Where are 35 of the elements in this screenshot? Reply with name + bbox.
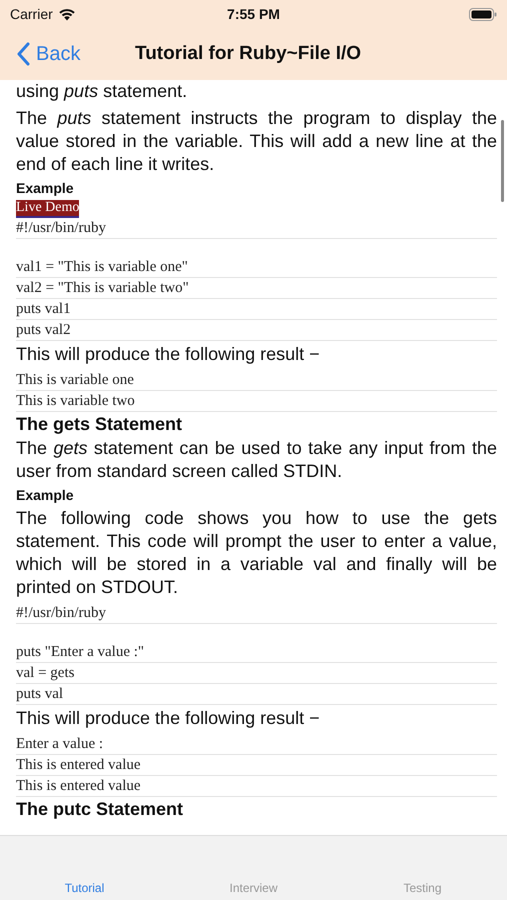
tab[interactable]: Interview — [169, 880, 338, 896]
code-line: Enter a value : — [16, 734, 497, 755]
code-line: val = gets — [16, 663, 497, 684]
paragraph: The following code shows you how to use the gets statement. This code will prompt the user to enter a value, which will be stored in a variable val and finally will be printed on STDOUT. — [16, 507, 497, 599]
paragraph: The puts statement instructs the program to display the value stored in the variable. This will add a new line at the end of each line it writes. — [16, 107, 497, 176]
section-heading: The putc Statement — [16, 799, 184, 820]
carrier-label: Carrier — [10, 6, 53, 22]
paragraph: This will produce the following result − — [16, 343, 321, 366]
paragraph: This will produce the following result − — [16, 707, 321, 730]
code-line: val2 = "This is variable two" — [16, 278, 497, 299]
tab[interactable]: Tutorial — [0, 880, 169, 896]
code-line: #!/usr/bin/ruby — [16, 603, 497, 624]
code-line: This is variable one — [16, 370, 497, 391]
chevron-left-icon — [16, 42, 30, 66]
code-line: val1 = "This is variable one" — [16, 257, 497, 278]
code-line: This is entered value — [16, 755, 497, 776]
code-line: This is variable two — [16, 391, 497, 412]
paragraph: The gets statement can be used to take any input from the user from standard screen called STDIN. — [16, 437, 497, 483]
code-line: #!/usr/bin/ruby — [16, 218, 497, 239]
status-time: 7:55 PM — [227, 6, 280, 22]
back-button[interactable]: Back — [0, 42, 80, 66]
battery-icon — [468, 8, 497, 20]
code-line: puts val — [16, 684, 497, 705]
wifi-icon — [58, 8, 76, 20]
tab[interactable]: Testing — [338, 880, 507, 896]
code-line: This is entered value — [16, 776, 497, 797]
code-line: puts val2 — [16, 320, 497, 341]
example-label: Example — [16, 487, 75, 503]
code-line: puts val1 — [16, 299, 497, 320]
code-line: puts "Enter a value :" — [16, 642, 497, 663]
paragraph: using puts statement. — [16, 80, 188, 103]
nav-title: Tutorial for Ruby~File I/O — [135, 43, 362, 65]
section-heading: The gets Statement — [16, 414, 184, 435]
live-demo-link[interactable]: Live Demo — [16, 200, 80, 218]
example-label: Example — [16, 180, 75, 196]
